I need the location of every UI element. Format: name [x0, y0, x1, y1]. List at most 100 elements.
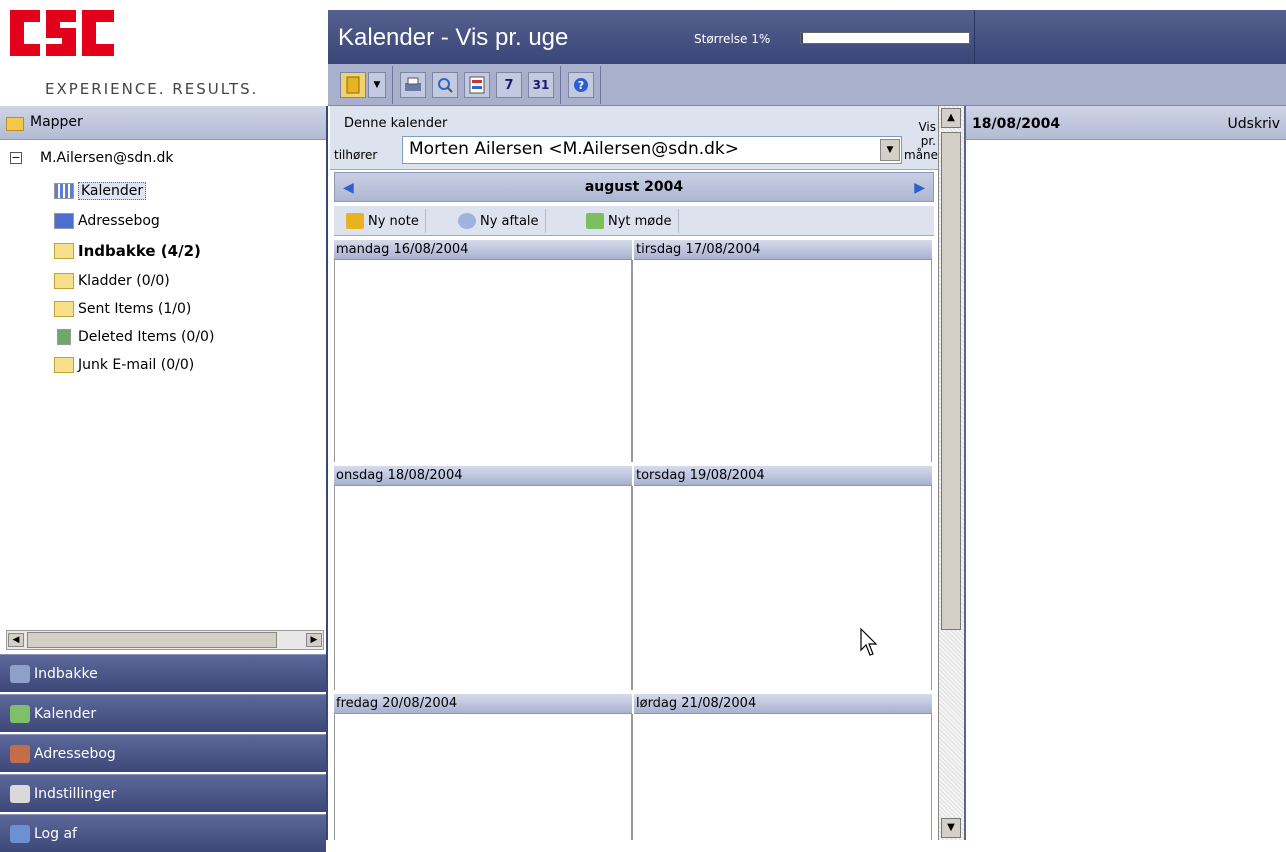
tree-item-label: Sent Items (1/0) — [78, 301, 192, 317]
collapse-icon[interactable]: − — [10, 152, 22, 164]
next-week-icon[interactable]: ▶ — [914, 180, 925, 196]
arrow-up-icon: ▲ — [947, 112, 955, 123]
printer-icon — [405, 77, 421, 91]
people-icon — [586, 213, 604, 229]
print-link[interactable]: Udskriv — [1228, 116, 1280, 132]
tree-item-kalender[interactable]: Kalender — [54, 180, 147, 202]
page-title: Kalender - Vis pr. uge — [338, 24, 569, 51]
print-button[interactable] — [400, 72, 426, 98]
tree-item-label: Kladder (0/0) — [78, 273, 170, 289]
new-item-bar: Ny note Ny aftale Nyt møde — [334, 206, 934, 236]
nav-label: Log af — [34, 825, 77, 842]
sidebar-horizontal-scrollbar[interactable]: ◀ ▶ — [6, 630, 324, 650]
mouse-cursor-icon — [860, 628, 878, 656]
magnifier-icon — [438, 78, 453, 93]
sidebar: Mapper − M.Ailersen@sdn.dk Kalender Adres… — [0, 106, 328, 852]
scroll-thumb[interactable] — [941, 132, 961, 630]
folders-header: Mapper — [0, 106, 326, 140]
tree-account[interactable]: − M.Ailersen@sdn.dk — [10, 150, 174, 166]
nav-label: Adressebog — [34, 745, 116, 762]
logo-tagline: EXPERIENCE. RESULTS. — [45, 80, 259, 98]
day-detail-date: 18/08/2004 — [972, 116, 1061, 132]
nav-log-af[interactable]: Log af — [0, 814, 326, 852]
day-header-thursday[interactable]: torsdag 19/08/2004 — [634, 466, 932, 486]
scroll-left-button[interactable]: ◀ — [8, 633, 24, 647]
scroll-up-button[interactable]: ▲ — [941, 108, 961, 128]
csc-logo-mark-icon — [10, 10, 114, 56]
day-cell-saturday[interactable] — [632, 714, 932, 840]
calendar-panel: Denne kalender tilhører Morten Ailersen … — [330, 106, 946, 840]
day-detail-panel: 18/08/2004 Udskriv — [964, 106, 1286, 840]
nav-label: Indstillinger — [34, 785, 117, 802]
calendar-vertical-scrollbar[interactable]: ▲ ▼ — [938, 106, 964, 840]
month-view-button[interactable]: 31 — [528, 72, 554, 98]
month-view-link-line1: Vis pr. — [918, 120, 936, 148]
mail-folder-icon — [54, 357, 74, 373]
nav-indstillinger[interactable]: Indstillinger — [0, 774, 326, 812]
tree-item-deleted-items[interactable]: Deleted Items (0/0) — [54, 326, 214, 348]
calendar-owner-select[interactable]: Morten Ailersen <M.Ailersen@sdn.dk> ▼ — [402, 136, 902, 164]
owner-label-line1: Denne kalender — [344, 116, 448, 131]
addressbook-icon — [54, 213, 74, 229]
help-button[interactable]: ? — [568, 72, 594, 98]
new-note-toolbar-button[interactable] — [340, 72, 366, 98]
toolbar: ▼ 7 31 ? — [328, 64, 1286, 106]
arrow-right-icon: ▶ — [310, 635, 318, 645]
calendar-31-icon: 31 — [532, 78, 550, 92]
scroll-thumb[interactable] — [27, 632, 277, 648]
new-meeting-label: Nyt møde — [608, 213, 672, 229]
csc-logo: EXPERIENCE. RESULTS. — [0, 0, 328, 106]
nav-adressebog[interactable]: Adressebog — [0, 734, 326, 772]
calendar-owner-bar: Denne kalender tilhører Morten Ailersen … — [330, 106, 946, 170]
svg-text:?: ? — [578, 79, 584, 92]
new-note-label: Ny note — [368, 213, 419, 229]
calendar-nav-icon — [10, 704, 30, 723]
title-bar: Kalender - Vis pr. uge Størrelse 1% — [328, 10, 1286, 64]
new-meeting-button[interactable]: Nyt møde — [580, 209, 679, 233]
day-cell-wednesday[interactable] — [334, 486, 632, 690]
new-appointment-button[interactable]: Ny aftale — [452, 209, 546, 233]
folders-label: Mapper — [30, 114, 83, 130]
preview-button[interactable] — [432, 72, 458, 98]
day-header-tuesday[interactable]: tirsdag 17/08/2004 — [634, 240, 932, 260]
day-cell-tuesday[interactable] — [632, 260, 932, 462]
account-label: M.Ailersen@sdn.dk — [40, 150, 174, 166]
new-dropdown-button[interactable]: ▼ — [368, 72, 386, 98]
mail-folder-icon — [54, 301, 74, 317]
tree-item-indbakke[interactable]: Indbakke (4/2) — [54, 240, 201, 262]
inbox-nav-icon — [10, 664, 30, 683]
month-navigator: ◀ august 2004 ▶ — [334, 172, 934, 202]
day-header-wednesday[interactable]: onsdag 18/08/2004 — [334, 466, 632, 486]
scroll-down-button[interactable]: ▼ — [941, 818, 961, 838]
tree-item-sent-items[interactable]: Sent Items (1/0) — [54, 298, 191, 320]
day-header-friday[interactable]: fredag 20/08/2004 — [334, 694, 632, 714]
day-header-saturday[interactable]: lørdag 21/08/2004 — [634, 694, 932, 714]
month-label: august 2004 — [584, 179, 684, 195]
day-cell-friday[interactable] — [334, 714, 632, 840]
new-appointment-label: Ny aftale — [480, 213, 539, 229]
nav-label: Kalender — [34, 705, 97, 722]
tree-item-adressebog[interactable]: Adressebog — [54, 210, 160, 232]
recycle-icon — [57, 329, 71, 345]
help-icon: ? — [574, 78, 588, 92]
month-view-link[interactable]: Vis pr. måned — [904, 120, 946, 162]
nav-indbakke[interactable]: Indbakke — [0, 654, 326, 692]
scroll-right-button[interactable]: ▶ — [306, 633, 322, 647]
tree-item-junk-email[interactable]: Junk E-mail (0/0) — [54, 354, 194, 376]
tree-item-label: Junk E-mail (0/0) — [78, 357, 195, 373]
chevron-down-icon[interactable]: ▼ — [880, 139, 900, 161]
folder-icon — [6, 117, 24, 131]
day-cell-thursday[interactable] — [632, 486, 932, 690]
owner-select-value: Morten Ailersen <M.Ailersen@sdn.dk> — [409, 139, 740, 159]
new-note-button[interactable]: Ny note — [340, 209, 426, 233]
week-view-button[interactable]: 7 — [496, 72, 522, 98]
day-cell-monday[interactable] — [334, 260, 632, 462]
day-view-button[interactable] — [464, 72, 490, 98]
tree-item-label: Deleted Items (0/0) — [78, 329, 215, 345]
day-header-monday[interactable]: mandag 16/08/2004 — [334, 240, 632, 260]
tree-item-kladder[interactable]: Kladder (0/0) — [54, 270, 170, 292]
clock-icon — [458, 213, 476, 229]
nav-kalender[interactable]: Kalender — [0, 694, 326, 732]
arrow-left-icon: ◀ — [12, 635, 20, 645]
mailbox-size-bar — [800, 32, 970, 44]
